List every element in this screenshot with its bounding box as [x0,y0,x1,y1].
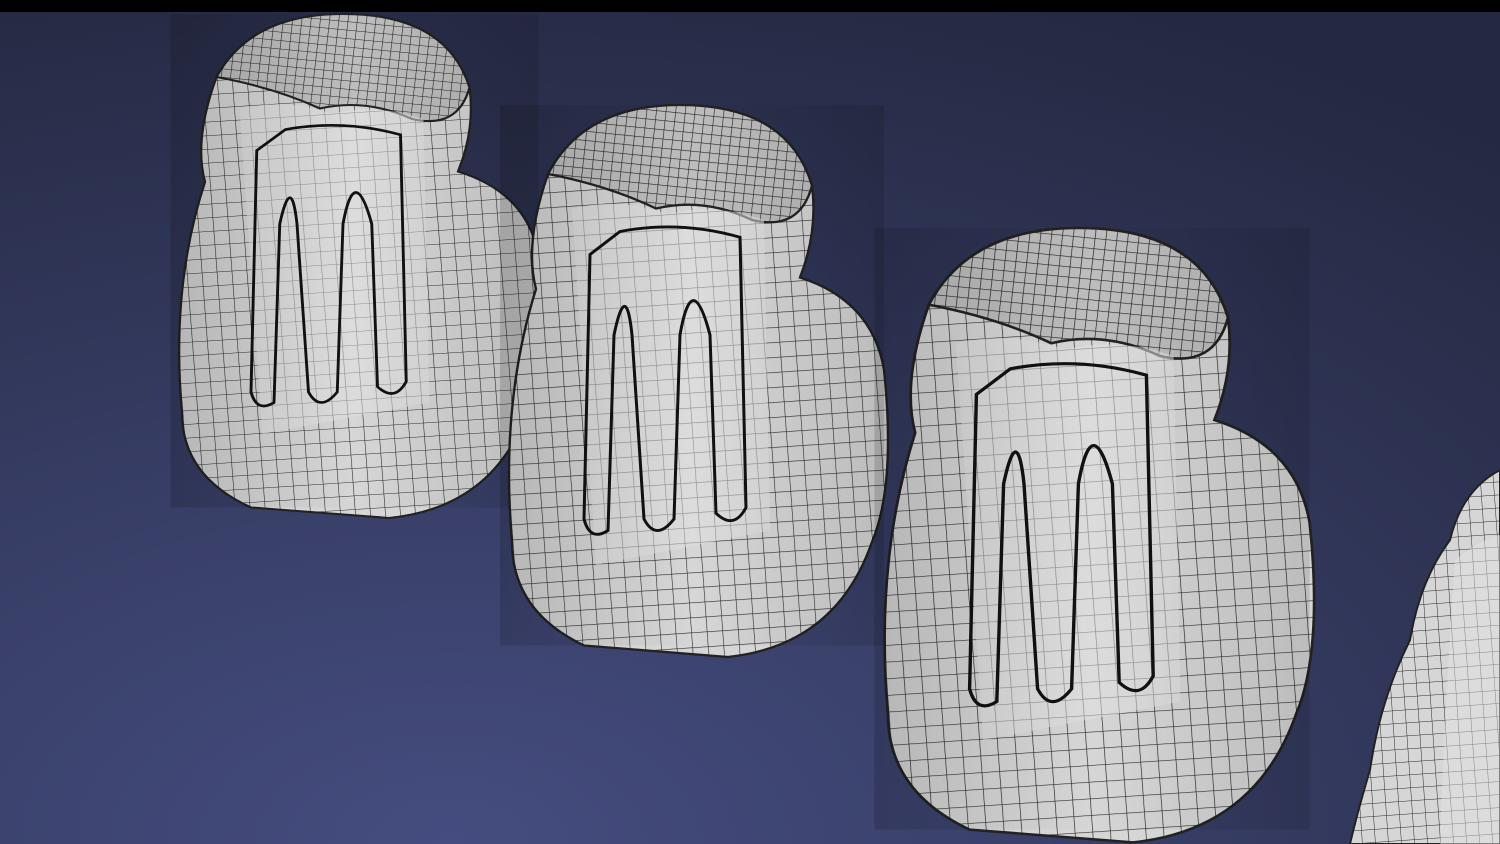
tooth-model-3 [872,226,1316,844]
tooth-model-1 [169,12,544,520]
top-letterbox-bar [0,0,1500,12]
render-frame [0,0,1500,844]
tooth-model-2 [498,103,890,659]
render-viewport [0,0,1500,844]
